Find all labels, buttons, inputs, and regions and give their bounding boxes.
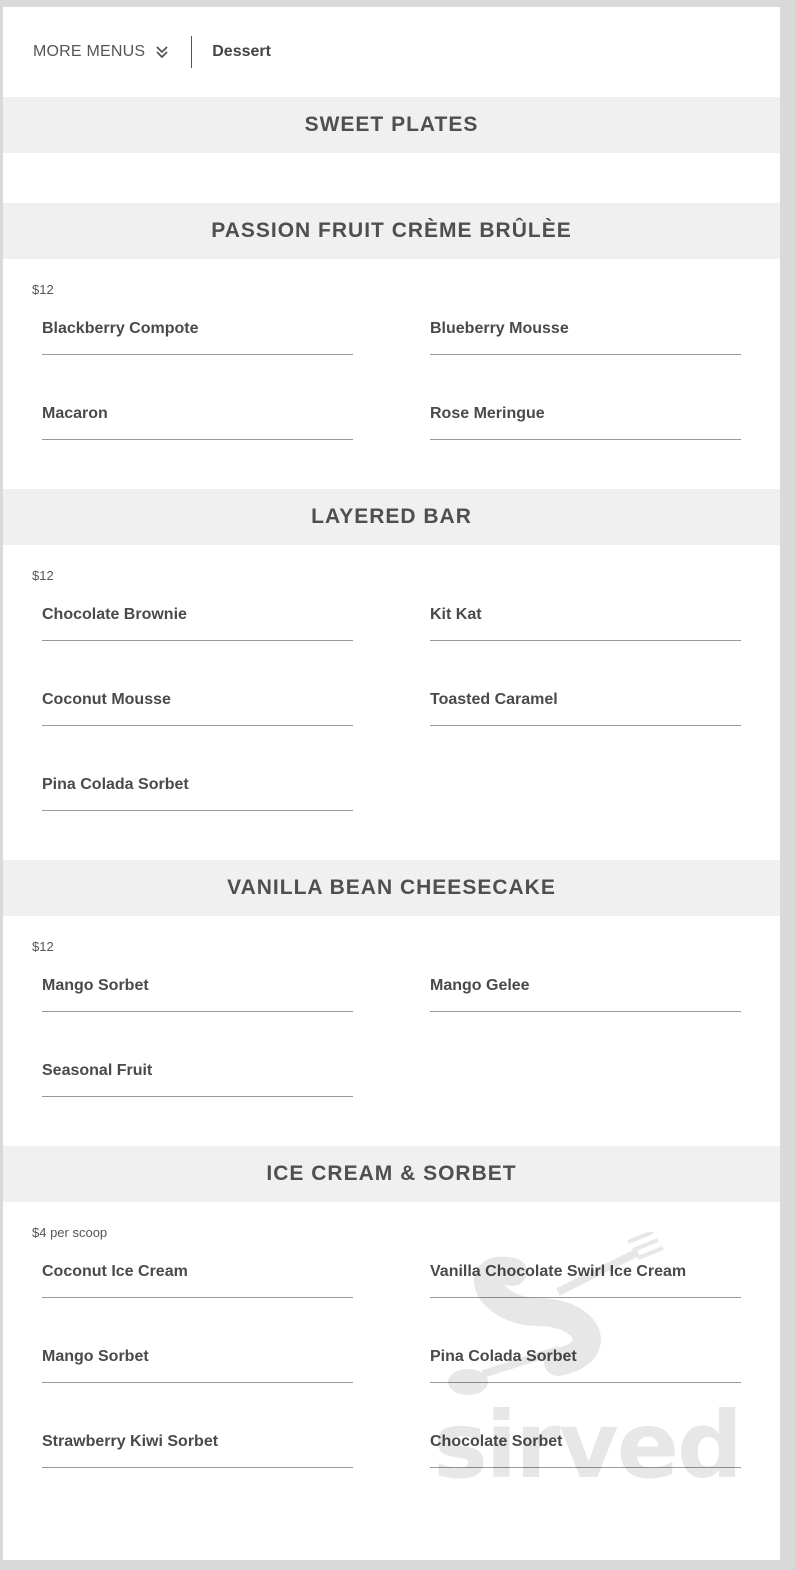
item-list: Blackberry Compote Blueberry Mousse Maca… <box>3 319 780 489</box>
item-divider <box>430 1467 741 1468</box>
menu-item[interactable]: Coconut Ice Cream <box>42 1262 353 1347</box>
menu-item[interactable]: Mango Sorbet <box>42 976 353 1061</box>
menu-item[interactable]: Strawberry Kiwi Sorbet <box>42 1432 353 1517</box>
menu-item-name: Coconut Ice Cream <box>42 1263 188 1280</box>
item-divider <box>42 354 353 355</box>
menu-item-name: Toasted Caramel <box>430 691 558 708</box>
item-divider <box>42 1011 353 1012</box>
menu-item[interactable]: Pina Colada Sorbet <box>430 1347 741 1432</box>
menu-item-name: Macaron <box>42 405 108 422</box>
menu-item-name: Seasonal Fruit <box>42 1062 153 1079</box>
menu-item-name: Pina Colada Sorbet <box>42 776 189 793</box>
menu-item-name: Mango Gelee <box>430 977 530 994</box>
more-menus-button[interactable]: MORE MENUS <box>33 36 169 68</box>
menu-item[interactable]: Blackberry Compote <box>42 319 353 404</box>
menu-item[interactable]: Mango Sorbet <box>42 1347 353 1432</box>
menu-item[interactable]: Seasonal Fruit <box>42 1061 353 1146</box>
section-title-ice-cream: ICE CREAM & SORBET <box>3 1146 780 1202</box>
item-list: Mango Sorbet Mango Gelee Seasonal Fruit <box>3 976 780 1146</box>
item-list: Chocolate Brownie Kit Kat Coconut Mousse… <box>3 605 780 860</box>
item-divider <box>430 1297 741 1298</box>
menu-page: MORE MENUS Dessert SWEET PLATES PASSION … <box>3 7 780 1560</box>
menu-topbar: MORE MENUS Dessert <box>3 7 780 97</box>
menu-item-name: Mango Sorbet <box>42 1348 149 1365</box>
menu-item[interactable]: Rose Meringue <box>430 404 741 489</box>
section-title-sweet-plates: SWEET PLATES <box>3 97 780 153</box>
menu-item-name: Chocolate Sorbet <box>430 1433 563 1450</box>
menu-item-name: Mango Sorbet <box>42 977 149 994</box>
menu-item[interactable]: Coconut Mousse <box>42 690 353 775</box>
section-price: $12 <box>32 567 54 583</box>
section-title-layered-bar: LAYERED BAR <box>3 489 780 545</box>
current-menu-label: Dessert <box>212 43 271 60</box>
item-divider <box>430 1382 741 1383</box>
item-divider <box>42 725 353 726</box>
menu-item-name: Strawberry Kiwi Sorbet <box>42 1433 219 1450</box>
section-price: $12 <box>32 281 54 297</box>
item-divider <box>430 354 741 355</box>
chevron-double-down-icon <box>155 44 169 60</box>
menu-item-name: Vanilla Chocolate Swirl Ice Cream <box>430 1263 687 1280</box>
menu-item[interactable]: Toasted Caramel <box>430 690 741 775</box>
menu-item[interactable]: Chocolate Brownie <box>42 605 353 690</box>
section-price: $4 per scoop <box>32 1224 108 1240</box>
item-divider <box>42 439 353 440</box>
section-title-cheesecake: VANILLA BEAN CHEESECAKE <box>3 860 780 916</box>
item-divider <box>42 1096 353 1097</box>
item-divider <box>42 640 353 641</box>
item-divider <box>430 1011 741 1012</box>
menu-item[interactable]: Vanilla Chocolate Swirl Ice Cream <box>430 1262 741 1347</box>
menu-item-name: Blackberry Compote <box>42 320 199 337</box>
section-price: $12 <box>32 938 54 954</box>
menu-item[interactable]: Pina Colada Sorbet <box>42 775 353 860</box>
menu-item-name: Chocolate Brownie <box>42 606 187 623</box>
menu-item[interactable]: Kit Kat <box>430 605 741 690</box>
menu-item-name: Rose Meringue <box>430 405 545 422</box>
menu-item[interactable]: Blueberry Mousse <box>430 319 741 404</box>
menu-item-name: Kit Kat <box>430 606 482 623</box>
menu-item[interactable]: Macaron <box>42 404 353 489</box>
more-menus-label: MORE MENUS <box>33 43 146 60</box>
item-list: Coconut Ice Cream Vanilla Chocolate Swir… <box>3 1262 780 1517</box>
menu-item-name: Blueberry Mousse <box>430 320 569 337</box>
menu-item-name: Coconut Mousse <box>42 691 171 708</box>
section-title-creme-brulee: PASSION FRUIT CRÈME BRÛLÈE <box>3 203 780 259</box>
item-divider <box>42 1467 353 1468</box>
menu-item[interactable]: Mango Gelee <box>430 976 741 1061</box>
item-divider <box>430 640 741 641</box>
item-divider <box>42 810 353 811</box>
item-divider <box>42 1297 353 1298</box>
item-divider <box>42 1382 353 1383</box>
menu-item[interactable]: Chocolate Sorbet <box>430 1432 741 1517</box>
item-divider <box>430 725 741 726</box>
menu-item-name: Pina Colada Sorbet <box>430 1348 577 1365</box>
topbar-divider <box>191 36 193 68</box>
item-divider <box>430 439 741 440</box>
